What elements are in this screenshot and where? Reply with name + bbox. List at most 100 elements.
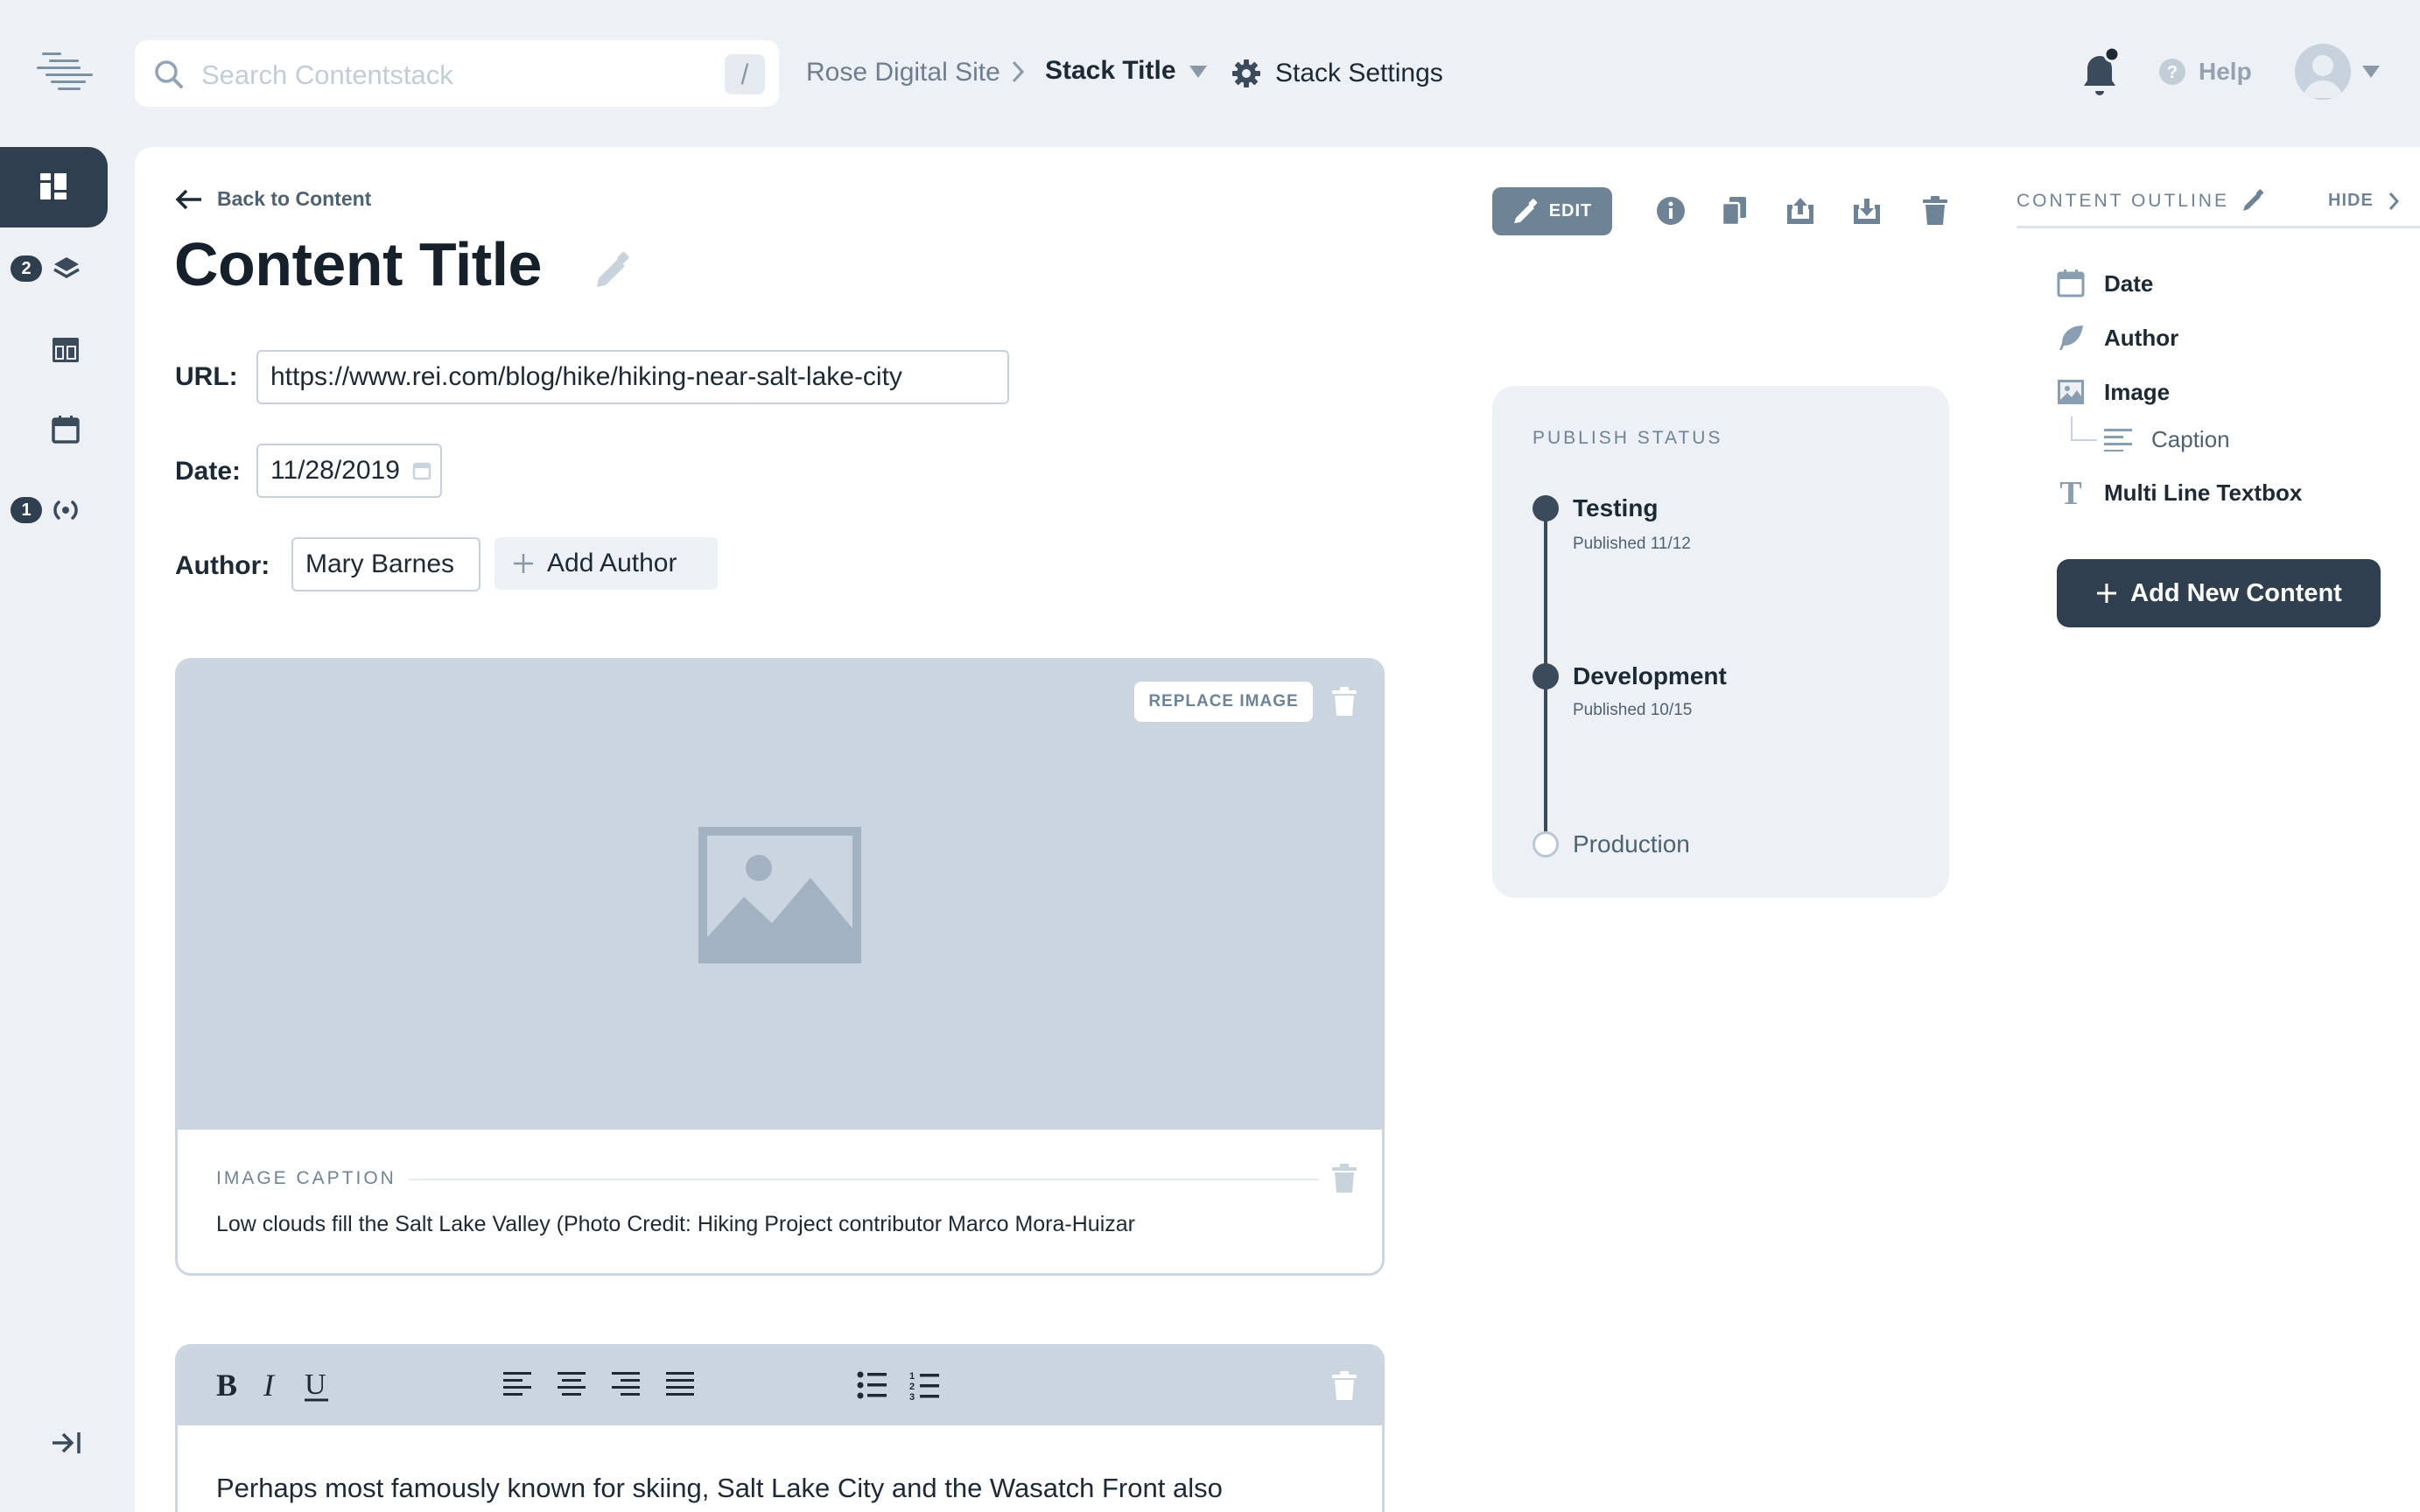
svg-text:U: U [305, 1368, 326, 1401]
gear-icon [1231, 59, 1261, 88]
url-field[interactable]: https://www.rei.com/blog/hike/hiking-nea… [256, 350, 1009, 404]
image-block: REPLACE IMAGE IMAGE CAPTION Low clouds f… [175, 658, 1385, 1276]
plus-icon [512, 552, 535, 575]
nav-badge-count: 1 [11, 497, 42, 523]
divider [2017, 226, 2420, 228]
svg-text:B: B [216, 1368, 237, 1403]
svg-text:?: ? [2167, 63, 2178, 82]
timeline-dot [1533, 495, 1559, 522]
align-center-icon[interactable] [558, 1371, 586, 1397]
date-label: Date: [175, 457, 242, 486]
calendar-icon[interactable] [412, 461, 431, 480]
caret-down-icon[interactable] [2361, 65, 2381, 79]
help-link[interactable]: ? Help [2158, 58, 2252, 86]
publish-status-card: PUBLISH STATUS Testing Published 11/12 D… [1492, 386, 1949, 898]
author-label: Author: [175, 551, 270, 580]
search-placeholder: Search Contentstack [201, 60, 453, 90]
text-type-icon: T [2055, 477, 2087, 508]
outline-item-label: Image [2104, 378, 2171, 405]
image-caption-text[interactable]: Low clouds fill the Salt Lake Valley (Ph… [216, 1212, 1135, 1237]
content-outline-title: CONTENT OUTLINE [2017, 191, 2229, 211]
text-lines-icon [2102, 424, 2134, 455]
outline-item-image[interactable]: Image [2055, 376, 2170, 408]
trash-icon[interactable] [1331, 687, 1357, 717]
edit-button[interactable]: EDIT [1492, 187, 1612, 235]
broadcast-icon[interactable] [51, 497, 81, 523]
author-chip[interactable]: Mary Barnes [291, 537, 480, 592]
svg-text:1: 1 [909, 1371, 915, 1382]
trash-icon[interactable] [1331, 1371, 1357, 1401]
left-nav-rail: 2 1 [0, 147, 109, 1512]
caret-down-icon[interactable] [1189, 65, 1208, 79]
back-to-content-link[interactable]: Back to Content [175, 187, 371, 211]
add-new-content-label: Add New Content [2130, 578, 2342, 607]
outline-item-caption[interactable]: Caption [2102, 424, 2230, 455]
stage-status: Published 10/15 [1573, 701, 1693, 719]
bold-icon[interactable]: B [213, 1368, 241, 1403]
stage-name[interactable]: Development [1573, 662, 1727, 690]
replace-image-button[interactable]: REPLACE IMAGE [1134, 682, 1313, 722]
stage-name[interactable]: Testing [1573, 494, 1658, 522]
contentstack-logo-icon[interactable] [37, 51, 95, 94]
help-label: Help [2199, 58, 2252, 85]
breadcrumb-site[interactable]: Rose Digital Site [806, 58, 1000, 88]
search-input[interactable]: Search Contentstack / [135, 40, 779, 107]
edit-label: EDIT [1548, 201, 1593, 220]
underline-icon[interactable]: U [302, 1368, 333, 1403]
add-author-label: Add Author [547, 549, 677, 578]
align-left-icon[interactable] [503, 1371, 531, 1397]
chevron-right-icon[interactable] [2388, 191, 2400, 212]
plus-icon [2095, 582, 2118, 605]
align-right-icon[interactable] [612, 1371, 640, 1397]
add-author-button[interactable]: Add Author [495, 537, 718, 590]
expand-sidebar-icon[interactable] [51, 1430, 82, 1456]
download-icon[interactable] [1852, 196, 1882, 226]
help-circle-icon: ? [2158, 58, 2186, 86]
back-label: Back to Content [217, 187, 372, 210]
notification-bell-icon[interactable] [2077, 47, 2121, 98]
image-placeholder-icon [698, 827, 861, 963]
layers-icon[interactable] [53, 256, 81, 282]
outline-item-label: Date [2104, 270, 2154, 297]
publish-status-title: PUBLISH STATUS [1533, 428, 1723, 448]
nav-dashboard-item[interactable] [0, 147, 108, 228]
upload-icon[interactable] [1785, 196, 1815, 226]
outline-item-date[interactable]: Date [2055, 268, 2153, 299]
stack-settings-link[interactable]: Stack Settings [1231, 58, 1443, 89]
stage-status: Published 11/12 [1573, 535, 1691, 553]
url-label: URL: [175, 362, 238, 391]
italic-icon[interactable]: I [260, 1368, 281, 1403]
calendar-icon[interactable] [51, 415, 81, 444]
outline-item-label: Multi Line Textbox [2104, 479, 2303, 506]
arrow-left-icon [175, 188, 203, 211]
outline-item-multi-line-textbox[interactable]: T Multi Line Textbox [2055, 477, 2302, 508]
dashboard-icon [39, 172, 68, 201]
nav-badge-count: 2 [11, 256, 42, 282]
avatar[interactable] [2295, 44, 2351, 100]
copy-icon[interactable] [1721, 196, 1747, 226]
content-types-icon[interactable] [51, 336, 81, 364]
bulleted-list-icon[interactable] [857, 1371, 887, 1399]
add-new-content-button[interactable]: Add New Content [2057, 559, 2381, 627]
pencil-icon[interactable] [592, 250, 632, 290]
image-preview[interactable]: REPLACE IMAGE [178, 661, 1382, 1130]
pencil-icon [1512, 198, 1539, 225]
image-icon [2055, 376, 2087, 408]
trash-icon[interactable] [1331, 1164, 1357, 1194]
hide-outline-button[interactable]: HIDE [2328, 191, 2374, 211]
stage-name[interactable]: Production [1573, 830, 1690, 858]
stack-settings-label: Stack Settings [1275, 59, 1443, 88]
date-field[interactable]: 11/28/2019 [256, 444, 442, 498]
pencil-icon[interactable] [2242, 189, 2265, 212]
outline-item-author[interactable]: Author [2055, 322, 2178, 354]
timeline-dot [1533, 831, 1559, 858]
numbered-list-icon[interactable]: 123 [909, 1371, 939, 1401]
chevron-right-icon [1011, 60, 1025, 84]
rich-text-content[interactable]: Perhaps most famously known for skiing, … [216, 1473, 1223, 1504]
svg-text:3: 3 [909, 1392, 915, 1401]
info-icon[interactable] [1656, 196, 1686, 226]
trash-icon[interactable] [1922, 196, 1948, 226]
align-justify-icon[interactable] [666, 1371, 694, 1397]
rich-text-toolbar: B I U 123 [178, 1347, 1382, 1425]
breadcrumb-stack-title[interactable]: Stack Title [1045, 56, 1176, 86]
